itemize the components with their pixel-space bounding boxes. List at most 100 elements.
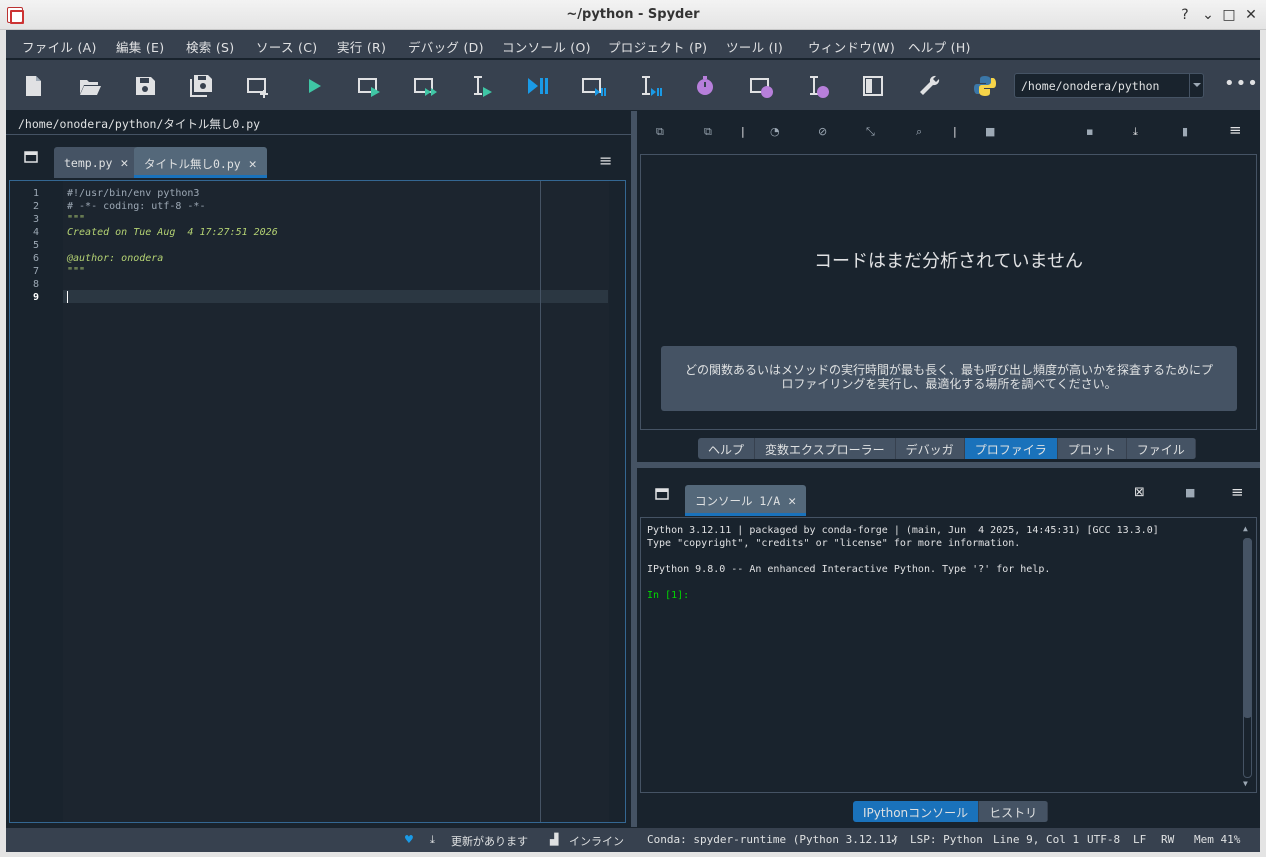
tab-history[interactable]: ヒストリ [979, 801, 1049, 822]
tab-debugger[interactable]: デバッガ [895, 438, 965, 459]
line-number: 6 [32, 253, 39, 264]
run-selection-icon[interactable] [468, 73, 494, 99]
memory-usage: Mem 41% [1194, 833, 1241, 846]
console-line: Type "copyright", "credits" or "license"… [647, 538, 1021, 549]
minimize-icon[interactable]: ⌄ [1199, 6, 1217, 24]
browse-tabs-icon[interactable] [24, 151, 38, 163]
tab-files[interactable]: ファイル [1126, 438, 1196, 459]
maximize-icon[interactable]: □ [1220, 6, 1238, 24]
stop-icon[interactable]: ■ [985, 125, 995, 138]
new-cell-icon[interactable] [245, 73, 271, 99]
interrupt-kernel-icon[interactable]: ■ [1185, 486, 1195, 499]
open-file-icon[interactable] [77, 73, 103, 99]
editor-options-menu-icon[interactable]: ≡ [599, 151, 612, 170]
new-file-icon[interactable] [20, 73, 46, 99]
code-line: # -*- coding: utf-8 -*- [67, 201, 206, 212]
clear-icon[interactable]: ▮ [1182, 125, 1188, 138]
update-status[interactable]: 更新があります [451, 833, 528, 849]
profile-file-icon[interactable] [692, 73, 718, 99]
menu-edit[interactable]: 編集 (E) [116, 37, 164, 56]
run-cell-advance-icon[interactable] [412, 73, 438, 99]
python-path-icon[interactable] [972, 73, 998, 99]
remove-variables-icon[interactable]: ⊠ [1134, 485, 1145, 500]
heart-icon[interactable]: ♥ [404, 833, 414, 846]
tab-untitled0-py[interactable]: タイトル無し0.py ✕ [134, 147, 267, 178]
scroll-down-icon[interactable]: ▼ [1243, 779, 1248, 788]
preferences-wrench-icon[interactable] [916, 73, 942, 99]
more-options-icon[interactable]: ••• [1224, 73, 1259, 94]
maximize-pane-icon[interactable] [860, 73, 886, 99]
hide-icon[interactable]: ⊘ [818, 125, 827, 138]
conda-env-status[interactable]: Conda: spyder-runtime (Python 3.12.11) [647, 833, 899, 846]
debug-selection-icon[interactable] [636, 73, 662, 99]
slow-functions-icon[interactable]: ◔ [770, 125, 780, 138]
separator: | [741, 125, 745, 138]
close-tab-icon[interactable]: ✕ [249, 157, 257, 172]
text-cursor [67, 291, 68, 303]
debug-file-icon[interactable] [524, 73, 550, 99]
tab-help[interactable]: ヘルプ [698, 438, 756, 459]
console-options-menu-icon[interactable]: ≡ [1231, 483, 1244, 501]
cursor-position: Line 9, Col 1 [993, 833, 1080, 846]
line-number: 7 [32, 266, 39, 277]
console-scrollbar[interactable]: ▲ ▼ [1242, 524, 1254, 788]
tab-variable-explorer[interactable]: 変数エクスプローラー [755, 438, 896, 459]
tab-temp-py[interactable]: temp.py ✕ [54, 147, 139, 178]
chevron-down-icon[interactable] [1189, 74, 1203, 97]
profiler-hint: どの関数あるいはメソッドの実行時間が最も長く、最も呼び出し頻度が高いかを探査する… [661, 346, 1237, 411]
switch-to-callers-icon[interactable]: ⤡ [866, 125, 875, 139]
lsp-status[interactable]: LSP: Python [910, 833, 983, 846]
menu-source[interactable]: ソース (C) [256, 37, 317, 56]
close-tab-icon[interactable]: ✕ [788, 494, 796, 509]
search-icon[interactable]: ⌕ [916, 125, 922, 139]
tab-ipython-console[interactable]: IPythonコンソール [853, 801, 980, 822]
help-icon[interactable]: ? [1176, 6, 1194, 24]
editor-scrollbar[interactable] [609, 181, 625, 822]
pane-options-menu-icon[interactable]: ≡ [1229, 121, 1242, 139]
menu-run[interactable]: 実行 (R) [337, 37, 386, 56]
collapse-icon[interactable]: ⧉ [656, 125, 664, 139]
console-pane-tabs: IPythonコンソール ヒストリ [853, 801, 1049, 822]
load-data-icon[interactable]: ⤓ [1133, 125, 1138, 139]
working-directory-combo[interactable]: /home/onodera/python [1014, 73, 1204, 98]
tab-plots[interactable]: プロット [1057, 438, 1127, 459]
menu-search[interactable]: 検索 (S) [186, 37, 234, 56]
menu-debug[interactable]: デバッグ (D) [408, 37, 484, 56]
close-tab-icon[interactable]: ✕ [120, 156, 128, 171]
debug-cell-icon[interactable] [580, 73, 606, 99]
tab-profiler[interactable]: プロファイラ [964, 438, 1058, 459]
save-icon[interactable] [132, 73, 158, 99]
menu-help[interactable]: ヘルプ (H) [908, 37, 971, 56]
separator: | [953, 125, 957, 138]
line-number-gutter: 1 2 3 4 5 6 7 8 9 [10, 181, 63, 822]
profile-selection-icon[interactable] [804, 73, 830, 99]
console-prompt: In [1]: [647, 590, 690, 601]
save-all-icon[interactable] [188, 73, 214, 99]
browse-tabs-icon[interactable] [655, 488, 669, 500]
profile-cell-icon[interactable] [748, 73, 774, 99]
expand-icon[interactable]: ⧉ [704, 125, 712, 139]
menu-project[interactable]: プロジェクト (P) [608, 37, 707, 56]
run-cell-icon[interactable] [356, 73, 382, 99]
code-line: """ [67, 214, 86, 225]
code-editor[interactable]: 1 2 3 4 5 6 7 8 9 #!/usr/bin/env python3… [9, 180, 626, 823]
menu-file[interactable]: ファイル (A) [22, 37, 97, 56]
profiler-results: コードはまだ分析されていません どの関数あるいはメソッドの実行時間が最も長く、最… [640, 154, 1257, 430]
code-line: Created on Tue Aug 4 17:27:51 2026 [67, 227, 278, 238]
code-text-area[interactable]: #!/usr/bin/env python3 # -*- coding: utf… [63, 181, 609, 822]
menu-window[interactable]: ウィンドウ(W) [808, 37, 895, 56]
code-line: @author: onodera [67, 253, 164, 264]
tab-label: コンソール 1/A [695, 494, 781, 508]
run-file-icon[interactable] [301, 73, 327, 99]
tab-console[interactable]: コンソール 1/A ✕ [685, 485, 807, 516]
menu-console[interactable]: コンソール (O) [502, 37, 591, 56]
download-icon: ⤓ [430, 833, 435, 846]
scroll-up-icon[interactable]: ▲ [1243, 524, 1248, 533]
ipython-console-output[interactable]: Python 3.12.11 | packaged by conda-forge… [640, 517, 1257, 793]
save-data-icon[interactable]: ▪ [1086, 125, 1093, 138]
menu-tools[interactable]: ツール (I) [726, 37, 783, 56]
inline-backend-status[interactable]: インライン [569, 833, 624, 849]
check-icon: ✓ [890, 833, 900, 846]
code-line: """ [67, 266, 86, 277]
close-icon[interactable]: ✕ [1242, 6, 1260, 24]
